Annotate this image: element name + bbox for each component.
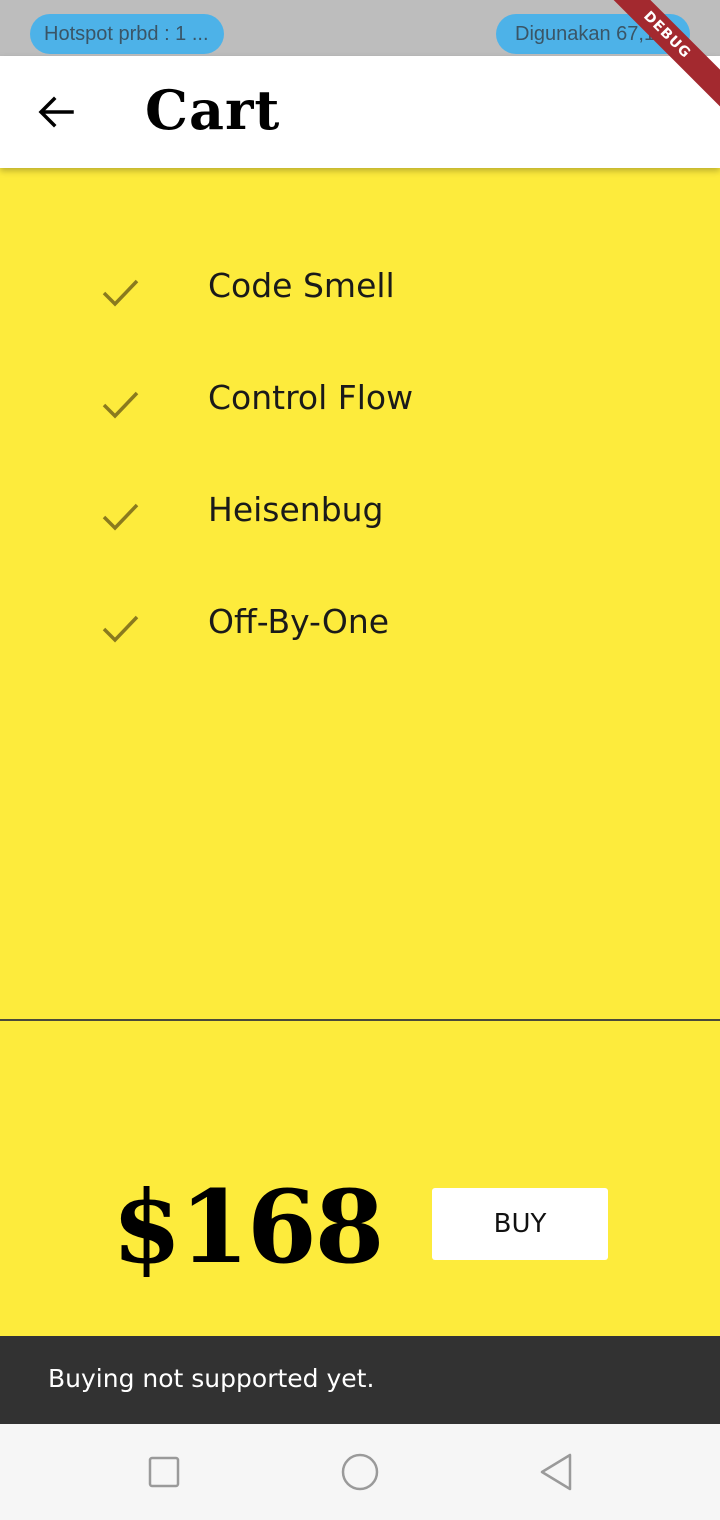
recents-button[interactable]: [140, 1448, 188, 1496]
home-circle-icon: [341, 1453, 379, 1491]
cart-item[interactable]: Off-By-One: [0, 568, 720, 680]
cart-item-label: Off-By-One: [208, 602, 390, 641]
hotspot-pill: Hotspot prbd : 1 ...: [30, 14, 224, 54]
system-nav-bar: [0, 1424, 720, 1520]
page-title: Cart: [145, 78, 281, 142]
cart-total: $168: [112, 1168, 384, 1286]
cart-item[interactable]: Control Flow: [0, 344, 720, 456]
snackbar-message: Buying not supported yet.: [48, 1364, 375, 1393]
status-bar: Hotspot prbd : 1 ... Digunakan 67,1: [0, 0, 720, 56]
home-button[interactable]: [336, 1448, 384, 1496]
app-bar: Cart: [0, 56, 720, 168]
cart-item[interactable]: Heisenbug: [0, 456, 720, 568]
cart-item[interactable]: Code Smell: [0, 232, 720, 344]
back-triangle-icon: [540, 1453, 572, 1491]
back-nav-button[interactable]: [532, 1448, 580, 1496]
back-button[interactable]: [28, 84, 84, 140]
check-icon: [102, 391, 139, 419]
divider: [0, 1019, 720, 1021]
buy-button[interactable]: BUY: [432, 1188, 608, 1260]
snackbar: Buying not supported yet.: [0, 1336, 720, 1424]
check-icon: [102, 503, 139, 531]
cart-item-label: Control Flow: [208, 378, 414, 417]
cart-item-label: Code Smell: [208, 266, 395, 305]
check-icon: [102, 615, 139, 643]
cart-item-label: Heisenbug: [208, 490, 384, 529]
arrow-left-icon: [38, 96, 74, 128]
recents-square-icon: [148, 1456, 180, 1488]
check-icon: [102, 279, 139, 307]
